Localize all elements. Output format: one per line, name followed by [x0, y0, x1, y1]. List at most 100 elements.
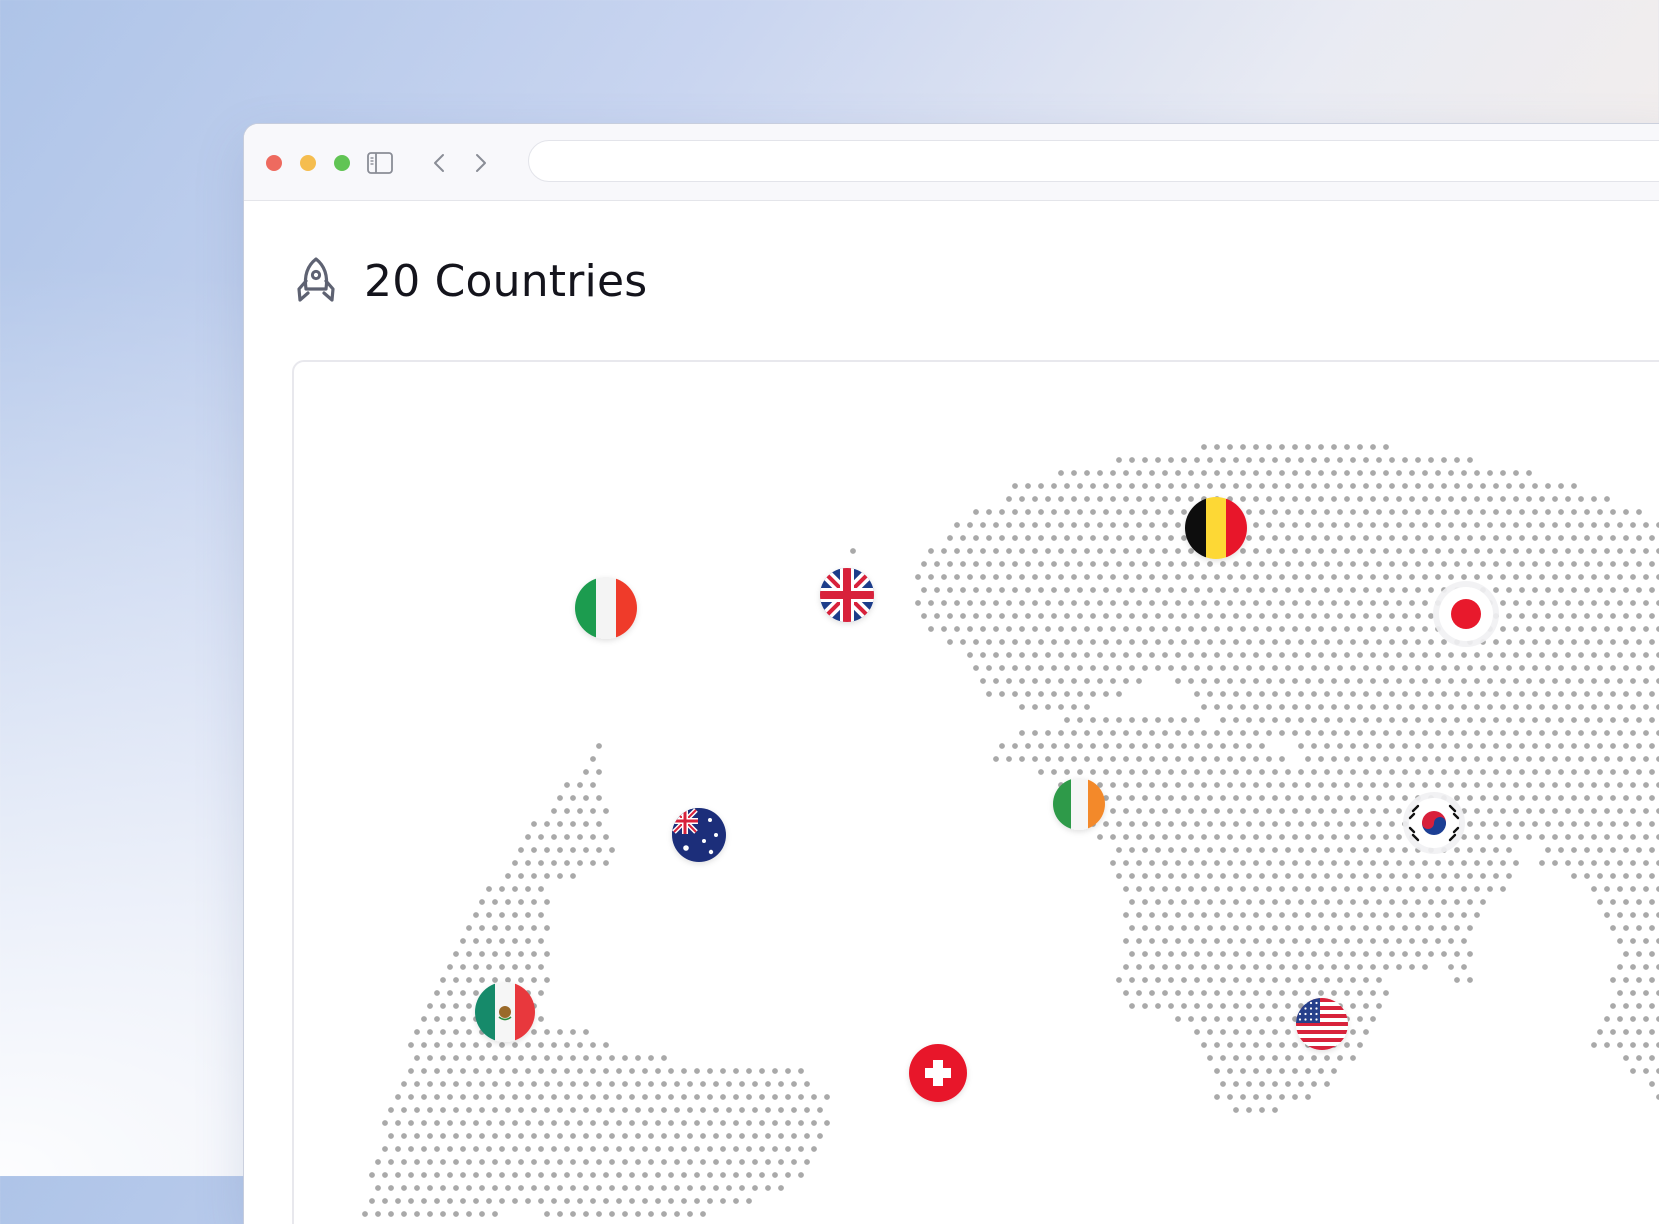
map-dot	[1129, 587, 1135, 593]
map-dot	[687, 1185, 693, 1191]
map-dot	[1246, 457, 1252, 463]
map-dot	[1253, 574, 1259, 580]
chevron-left-icon[interactable]	[428, 151, 450, 175]
map-dot	[1519, 587, 1525, 593]
map-dot	[1272, 847, 1278, 853]
map-dot	[525, 1172, 531, 1178]
minimize-window-button[interactable]	[300, 155, 316, 171]
map-dot	[518, 1133, 524, 1139]
map-dot	[674, 1159, 680, 1165]
close-window-button[interactable]	[266, 155, 282, 171]
map-dot	[1038, 665, 1044, 671]
map-dot	[1285, 873, 1291, 879]
map-dot	[1084, 678, 1090, 684]
map-dot	[759, 1146, 765, 1152]
map-dot	[1643, 1016, 1649, 1022]
map-dot	[661, 1159, 667, 1165]
map-dot	[421, 1146, 427, 1152]
map-dot	[1233, 847, 1239, 853]
address-bar[interactable]	[528, 140, 1659, 182]
map-dot	[1103, 665, 1109, 671]
map-dot	[1415, 483, 1421, 489]
map-dot	[499, 1068, 505, 1074]
map-dot	[1292, 964, 1298, 970]
chevron-right-icon[interactable]	[470, 151, 492, 175]
map-dot	[999, 535, 1005, 541]
map-dot	[1246, 743, 1252, 749]
map-dot	[648, 1211, 654, 1217]
map-dot	[1188, 548, 1194, 554]
map-dot	[434, 1172, 440, 1178]
map-dot	[1201, 782, 1207, 788]
map-dot	[1220, 587, 1226, 593]
map-dot	[531, 873, 537, 879]
map-dot	[752, 1159, 758, 1165]
map-dot	[1480, 873, 1486, 879]
map-dot	[1597, 1029, 1603, 1035]
map-dot	[629, 1198, 635, 1204]
map-dot	[1155, 977, 1161, 983]
map-dot	[1233, 457, 1239, 463]
map-dot	[1441, 925, 1447, 931]
map-dot	[1571, 847, 1577, 853]
map-dot	[557, 1107, 563, 1113]
map-dot	[1350, 873, 1356, 879]
map-dot	[1578, 522, 1584, 528]
map-dot	[1162, 626, 1168, 632]
sidebar-toggle-icon[interactable]	[367, 152, 393, 174]
map-dot	[1207, 587, 1213, 593]
map-dot	[1084, 496, 1090, 502]
map-dot	[1623, 821, 1629, 827]
map-dot	[1370, 912, 1376, 918]
map-dot	[1090, 561, 1096, 567]
map-dot	[551, 1172, 557, 1178]
map-dot	[1064, 483, 1070, 489]
map-dot	[1565, 808, 1571, 814]
map-dot	[1246, 925, 1252, 931]
map-dot	[1266, 938, 1272, 944]
map-dot	[1396, 938, 1402, 944]
map-dot	[1480, 509, 1486, 515]
map-dot	[1370, 678, 1376, 684]
map-dot	[1461, 938, 1467, 944]
map-dot	[1279, 756, 1285, 762]
map-dot	[1597, 743, 1603, 749]
map-dot	[1344, 964, 1350, 970]
map-dot	[1149, 522, 1155, 528]
map-dot	[1214, 1016, 1220, 1022]
map-dot	[1279, 860, 1285, 866]
map-dot	[1467, 769, 1473, 775]
map-dot	[1396, 574, 1402, 580]
map-dot	[1357, 470, 1363, 476]
map-dot	[408, 1198, 414, 1204]
map-dot	[596, 743, 602, 749]
map-dot	[1415, 691, 1421, 697]
map-dot	[655, 1094, 661, 1100]
map-dot	[1552, 600, 1558, 606]
map-dot	[1201, 1016, 1207, 1022]
map-dot	[1597, 899, 1603, 905]
map-dot	[1649, 769, 1655, 775]
map-dot	[1604, 1042, 1610, 1048]
map-dot	[544, 1107, 550, 1113]
map-dot	[1370, 808, 1376, 814]
map-dot	[1246, 613, 1252, 619]
map-dot	[1162, 522, 1168, 528]
map-dot	[1181, 821, 1187, 827]
map-dot	[1006, 496, 1012, 502]
maximize-window-button[interactable]	[334, 155, 350, 171]
map-dot	[1103, 509, 1109, 515]
map-dot	[986, 509, 992, 515]
map-dot	[1214, 990, 1220, 996]
map-dot	[1019, 626, 1025, 632]
map-dot	[1207, 743, 1213, 749]
map-dot	[1376, 509, 1382, 515]
map-dot	[1292, 912, 1298, 918]
map-dot	[1630, 522, 1636, 528]
map-dot	[388, 1211, 394, 1217]
map-dot	[616, 1094, 622, 1100]
map-dot	[1097, 470, 1103, 476]
map-dot	[1402, 613, 1408, 619]
map-dot	[1610, 665, 1616, 671]
map-dot	[525, 1198, 531, 1204]
